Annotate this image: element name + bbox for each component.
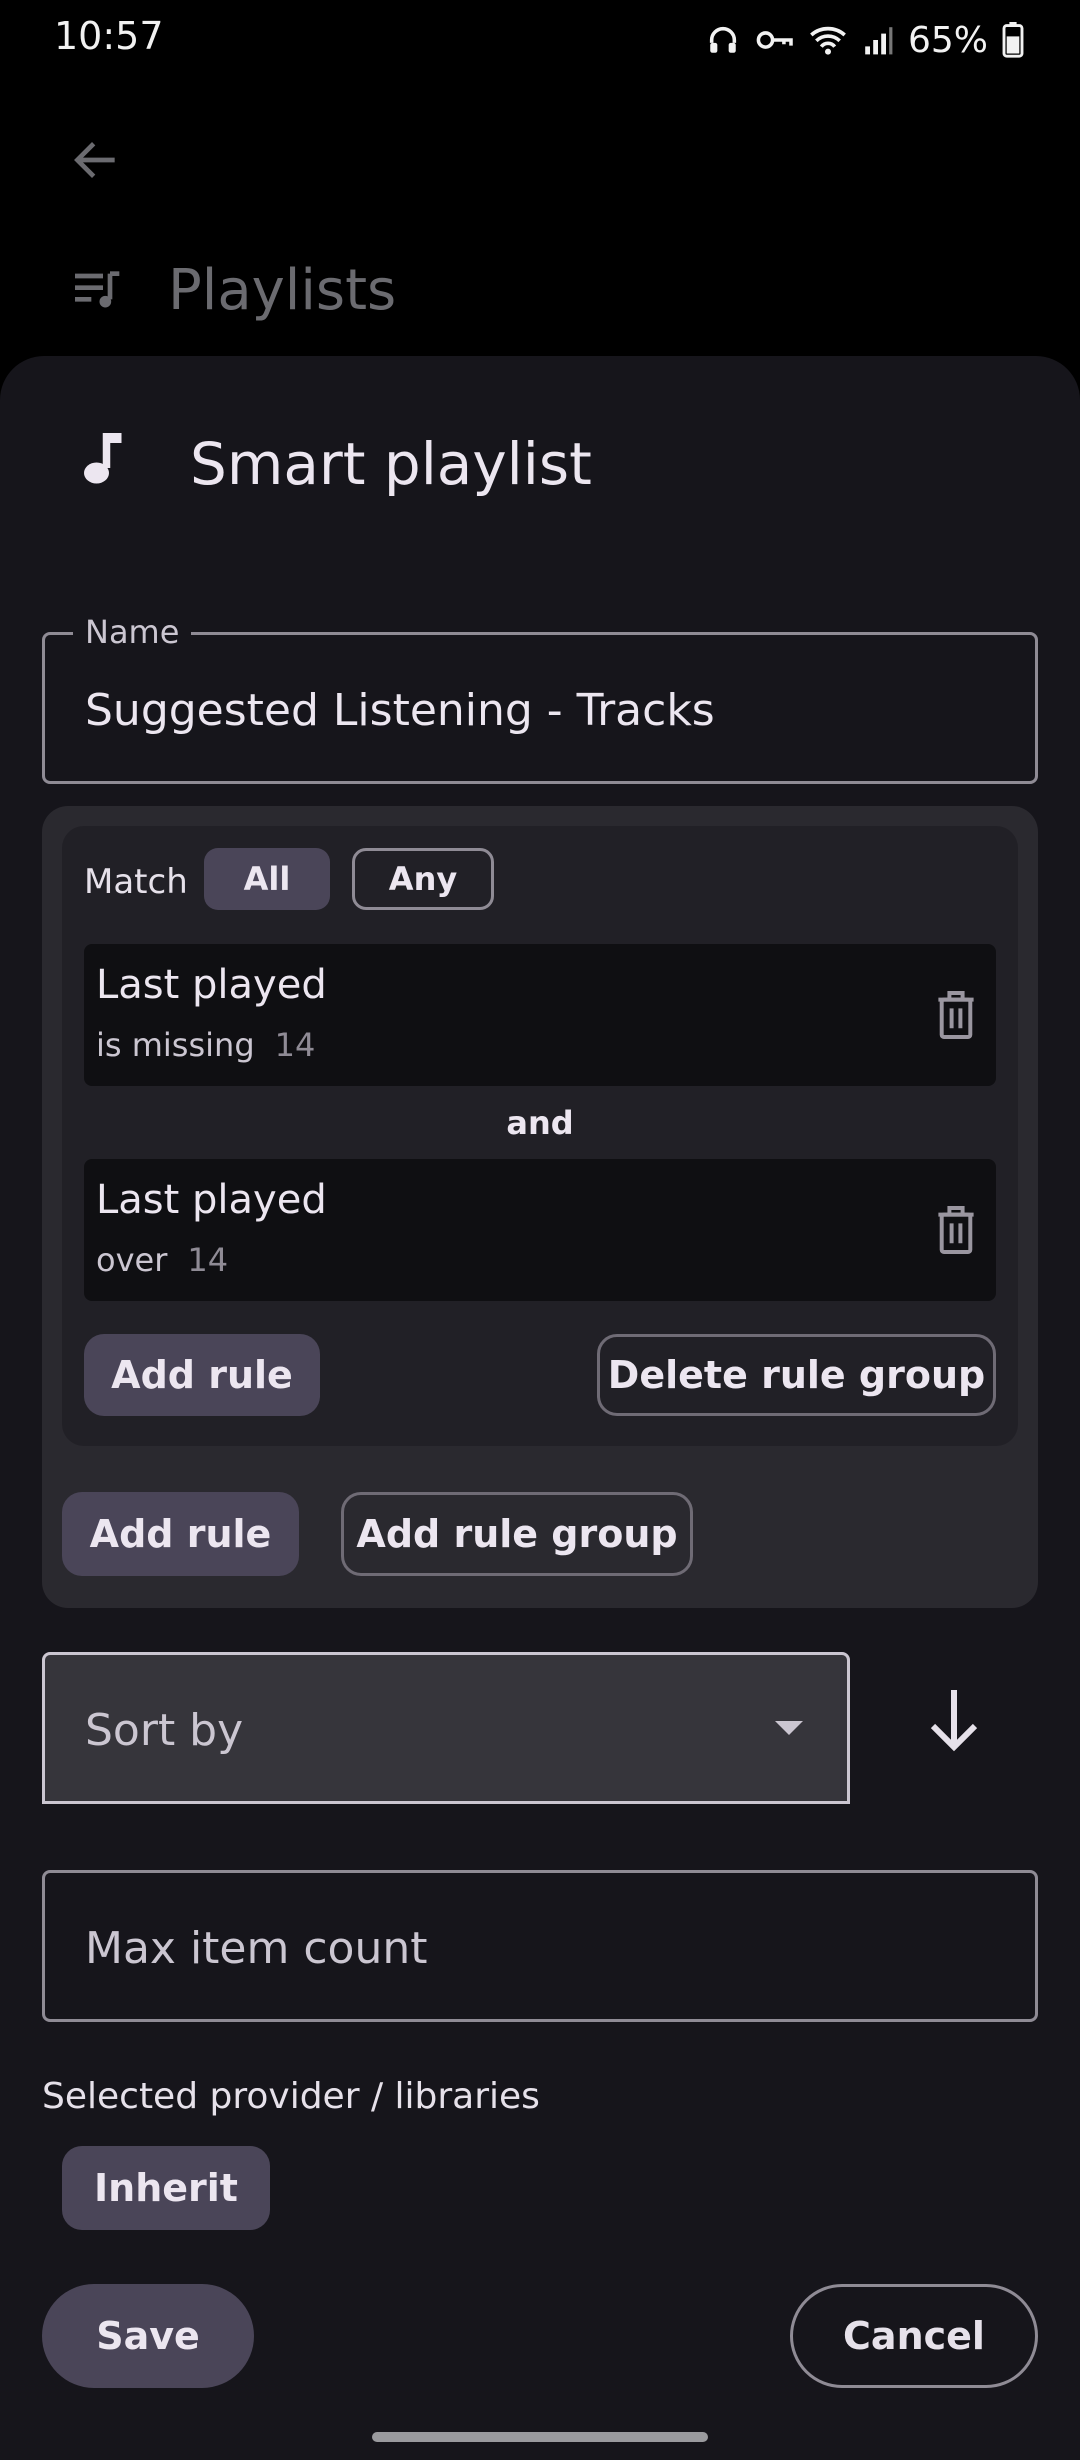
background-title: Playlists [168, 258, 397, 323]
match-label: Match [84, 862, 188, 902]
providers-label: Selected provider / libraries [42, 2076, 540, 2117]
max-item-count-field[interactable]: Max item count [42, 1870, 1038, 2022]
add-rule-button-outer[interactable]: Add rule [62, 1492, 299, 1576]
rule-value: 14 [274, 1026, 316, 1064]
dialog-title: Smart playlist [190, 430, 592, 498]
inherit-chip[interactable]: Inherit [62, 2146, 270, 2230]
sort-by-dropdown[interactable]: Sort by [42, 1652, 850, 1804]
vpn-key-icon [756, 31, 793, 49]
headphones-icon [709, 26, 737, 53]
match-all-button[interactable]: All [204, 848, 330, 910]
name-field-value[interactable]: Suggested Listening - Tracks [85, 685, 715, 736]
wifi-icon [810, 26, 846, 55]
save-button[interactable]: Save [42, 2284, 254, 2388]
battery-percent: 65% [907, 19, 988, 61]
status-icons: 65% [706, 14, 1024, 66]
rule-operator: is missing [96, 1026, 255, 1064]
rule-field: Last played [96, 1177, 327, 1223]
rule-joiner: and [506, 1104, 574, 1142]
sort-direction-icon[interactable] [924, 1684, 984, 1756]
name-field[interactable]: Name Suggested Listening - Tracks [42, 613, 1038, 784]
rule-condition: is missing 14 [96, 1026, 315, 1064]
match-any-button[interactable]: Any [352, 848, 494, 910]
delete-rule-group-button[interactable]: Delete rule group [597, 1334, 996, 1416]
back-arrow-icon[interactable] [68, 132, 124, 188]
rule-operator: over [96, 1241, 168, 1279]
rule-condition: over 14 [96, 1241, 228, 1279]
delete-icon[interactable] [934, 1203, 978, 1257]
add-rule-button[interactable]: Add rule [84, 1334, 320, 1416]
sort-by-placeholder: Sort by [85, 1705, 244, 1756]
rule-card[interactable]: Last played is missing 14 [84, 944, 996, 1086]
battery-icon [1002, 22, 1024, 58]
signal-icon [865, 27, 893, 55]
rule-field: Last played [96, 962, 327, 1008]
playlist-icon [75, 271, 120, 308]
gesture-nav-handle[interactable] [372, 2432, 708, 2442]
max-item-count-placeholder: Max item count [85, 1923, 428, 1974]
music-note-icon [84, 433, 122, 484]
rule-value: 14 [187, 1241, 229, 1279]
status-time: 10:57 [54, 14, 164, 58]
rule-card[interactable]: Last played over 14 [84, 1159, 996, 1301]
delete-icon[interactable] [934, 988, 978, 1042]
add-rule-group-button[interactable]: Add rule group [341, 1492, 693, 1576]
cancel-button[interactable]: Cancel [790, 2284, 1038, 2388]
name-field-label: Name [73, 613, 192, 651]
dropdown-arrow-icon [775, 1721, 803, 1735]
